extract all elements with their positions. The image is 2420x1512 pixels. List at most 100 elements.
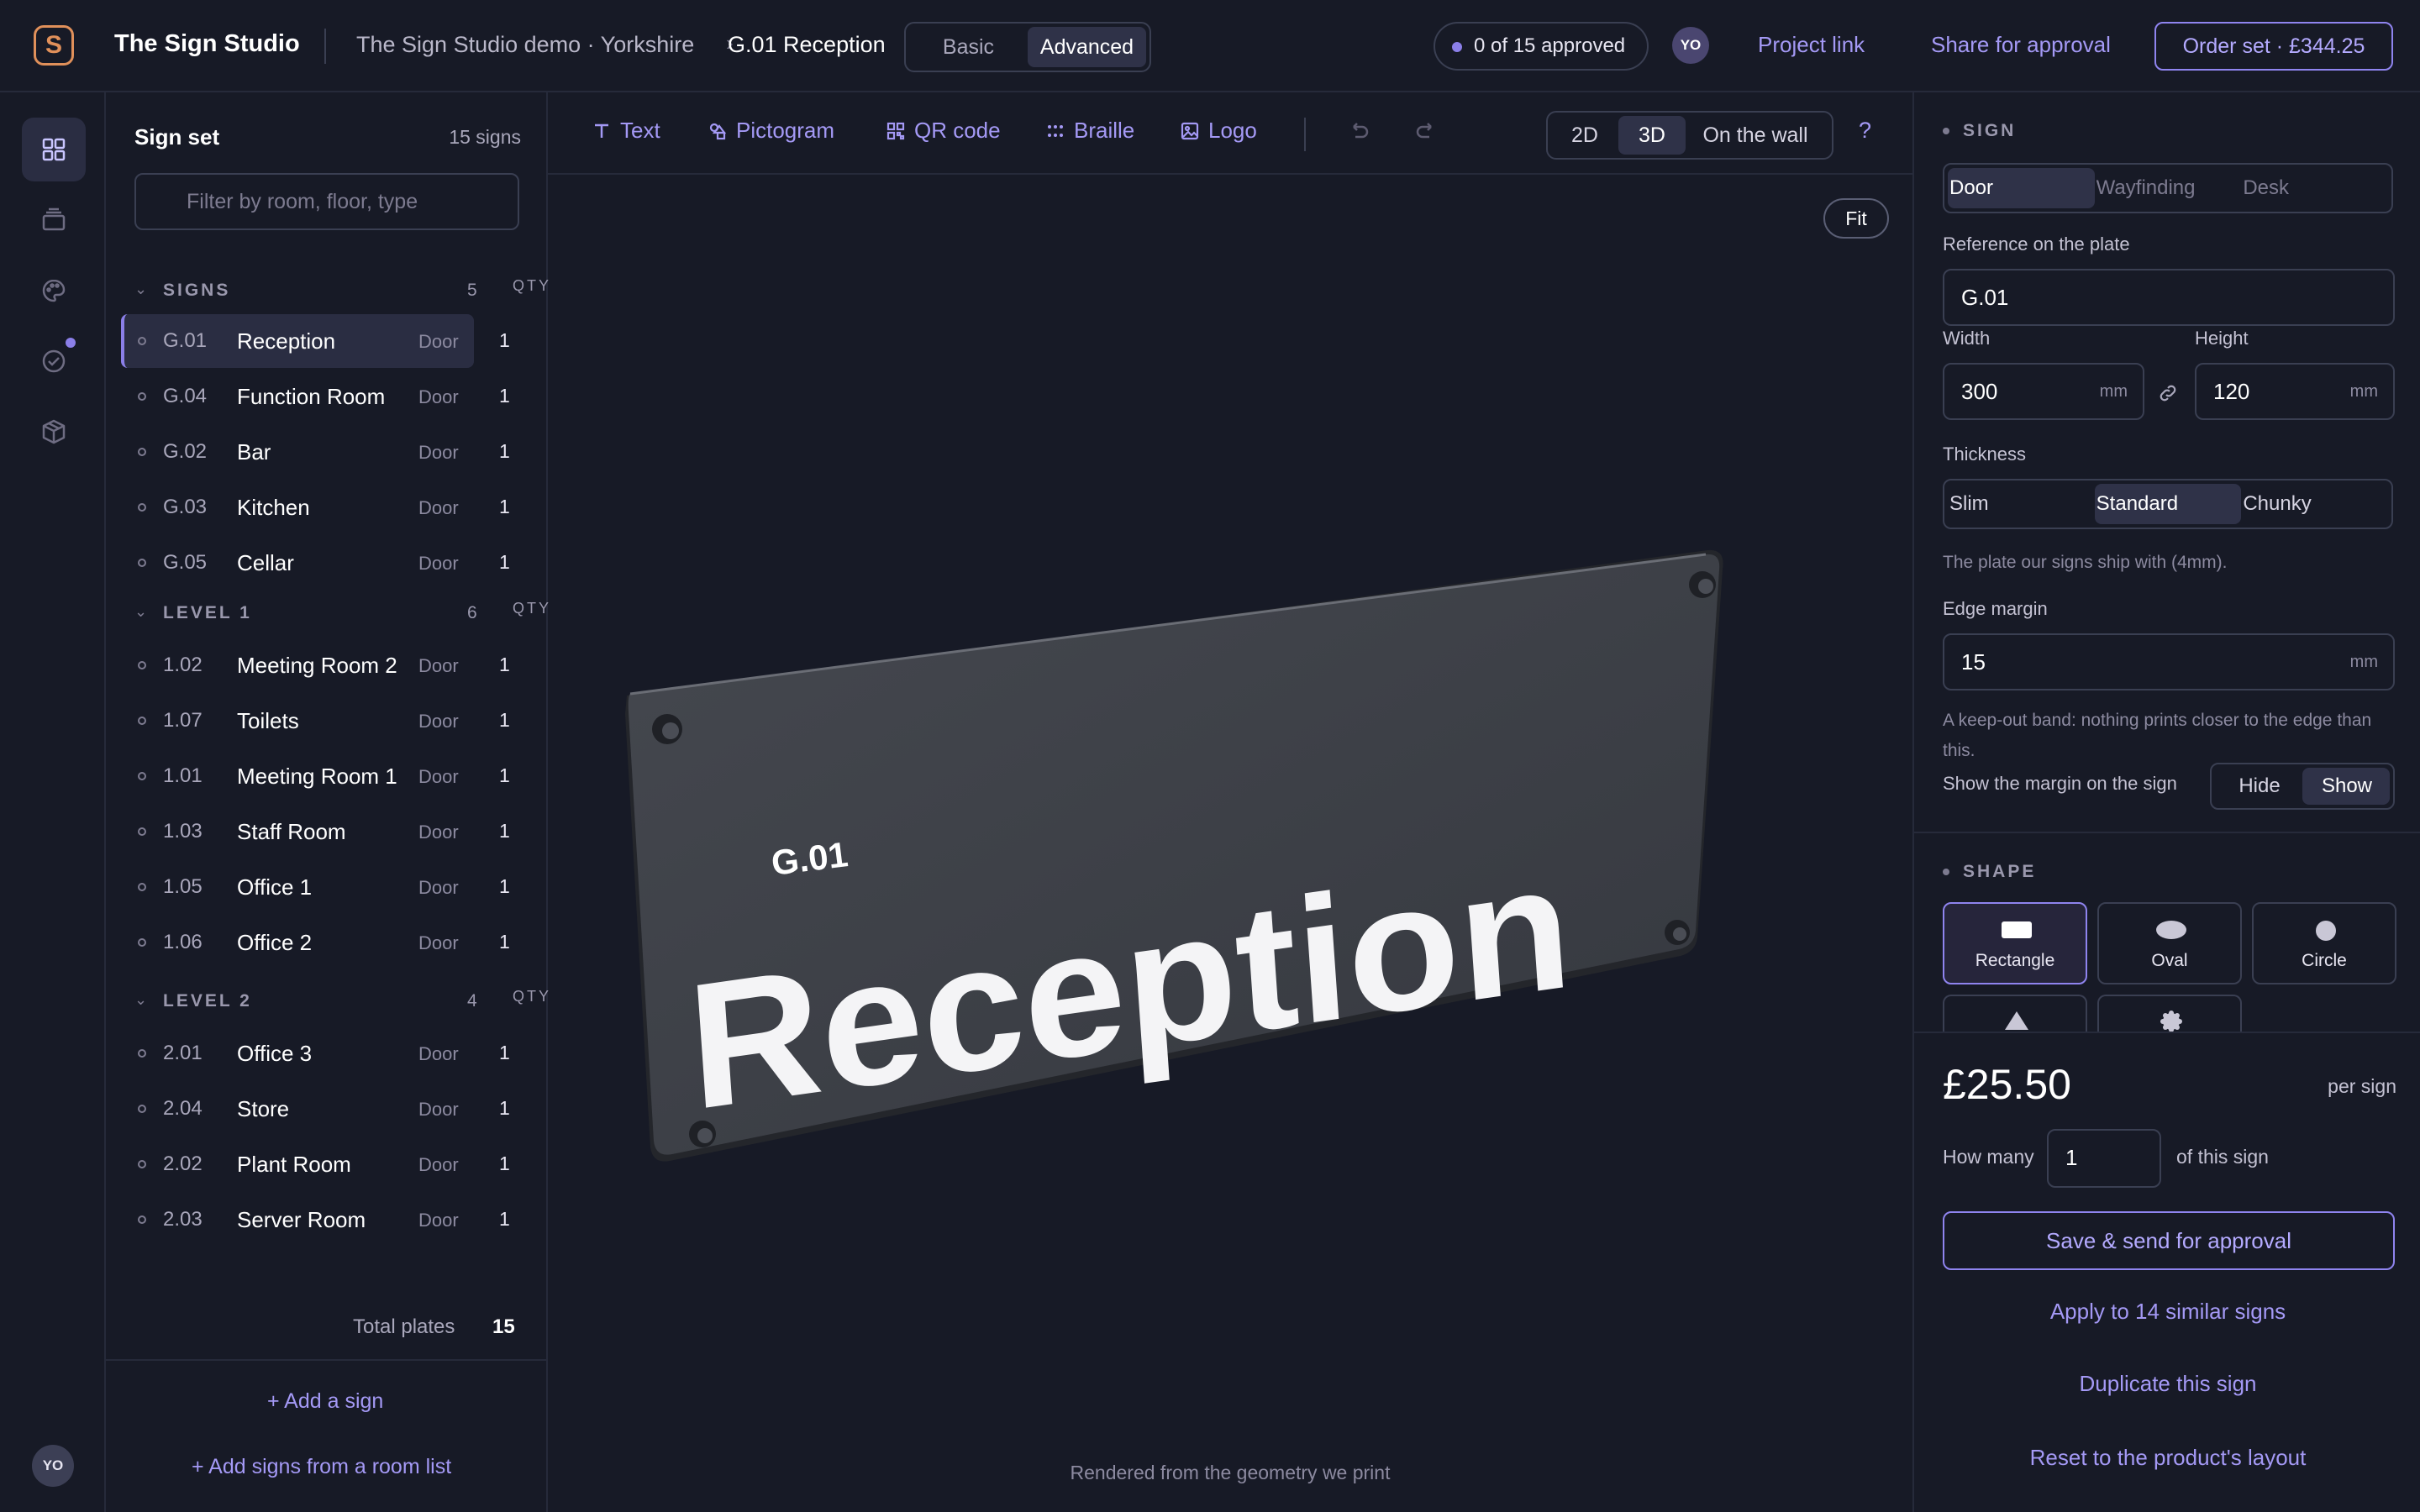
redo-icon[interactable] <box>1413 118 1439 150</box>
palette-icon[interactable] <box>22 259 86 323</box>
breadcrumb-project[interactable]: The Sign Studio demo · Yorkshire <box>356 32 694 58</box>
link-dimensions-icon[interactable] <box>2158 383 2178 407</box>
sign-type-desk[interactable]: Desk <box>2241 168 2388 208</box>
group-name: LEVEL 2 <box>163 991 252 1011</box>
thickness-chunky[interactable]: Chunky <box>2241 484 2388 524</box>
add-sign-link[interactable]: + Add a sign <box>267 1389 383 1414</box>
screw-hole-icon <box>1689 571 1716 598</box>
sign-type: Door <box>418 386 459 407</box>
sign-list-item[interactable]: G.01 Reception Door 1 <box>121 314 538 368</box>
view-3d-tab[interactable]: 3D <box>1618 116 1686 155</box>
show-margin-hide[interactable]: Hide <box>2215 768 2302 805</box>
sign-list-item[interactable]: 1.07 Toilets Door 1 <box>121 694 538 748</box>
view-on-the-wall-tab[interactable]: On the wall <box>1686 116 1825 155</box>
sign-type: Door <box>418 553 459 574</box>
package-icon[interactable] <box>22 400 86 464</box>
sign-list-item[interactable]: 1.06 Office 2 Door 1 <box>121 916 538 969</box>
sign-ref: 1.07 <box>163 709 203 732</box>
sign-ref: 2.03 <box>163 1208 203 1231</box>
thickness-standard[interactable]: Standard <box>2094 484 2242 524</box>
sign-qty[interactable]: 1 <box>499 1208 510 1231</box>
height-input[interactable]: 120 mm <box>2195 363 2395 420</box>
sign-qty[interactable]: 1 <box>499 764 510 787</box>
sign-list-item[interactable]: G.05 Cellar Door 1 <box>121 536 538 590</box>
add-logo-tool[interactable]: Logo <box>1180 118 1257 144</box>
grid-icon[interactable] <box>22 118 86 181</box>
sign-list-item[interactable]: G.04 Function Room Door 1 <box>121 370 538 423</box>
qty-column-header: QTY <box>513 600 552 617</box>
sign-qty[interactable]: 1 <box>499 1152 510 1175</box>
shape-circle[interactable]: Circle <box>2252 902 2396 984</box>
check-circle-icon[interactable] <box>22 329 86 393</box>
sign-qty[interactable]: 1 <box>499 440 510 463</box>
sign-list-item[interactable]: G.02 Bar Door 1 <box>121 425 538 479</box>
sign-list-item[interactable]: 2.01 Office 3 Door 1 <box>121 1026 538 1080</box>
sign-list-item[interactable]: 1.03 Staff Room Door 1 <box>121 805 538 858</box>
show-margin-show[interactable]: Show <box>2302 768 2390 805</box>
thickness-slim[interactable]: Slim <box>1948 484 2095 524</box>
add-text-tool[interactable]: Text <box>592 118 660 144</box>
sign-list-item[interactable]: 2.02 Plant Room Door 1 <box>121 1137 538 1191</box>
save-send-approval-button[interactable]: Save & send for approval <box>1943 1211 2395 1270</box>
shape-section-header[interactable]: SHAPE <box>1943 862 2036 882</box>
bullet-icon <box>1943 128 1949 135</box>
sign-qty[interactable]: 1 <box>499 654 510 676</box>
mode-advanced-tab[interactable]: Advanced <box>1028 27 1146 67</box>
view-2d-tab[interactable]: 2D <box>1551 116 1618 155</box>
sign-qty[interactable]: 1 <box>499 709 510 732</box>
sign-qty[interactable]: 1 <box>499 1042 510 1064</box>
sign-list-item[interactable]: 1.02 Meeting Room 2 Door 1 <box>121 638 538 692</box>
add-qr-code-tool[interactable]: QR code <box>886 118 1001 144</box>
sign-qty[interactable]: 1 <box>499 496 510 518</box>
sign-type-door[interactable]: Door <box>1948 168 2095 208</box>
sign-qty[interactable]: 1 <box>499 329 510 352</box>
project-link[interactable]: Project link <box>1758 32 1865 58</box>
undo-icon[interactable] <box>1346 118 1371 150</box>
help-icon[interactable]: ? <box>1859 118 1871 144</box>
apply-similar-link[interactable]: Apply to 14 similar signs <box>1914 1299 2420 1325</box>
brand-logo-icon[interactable]: S <box>34 25 74 66</box>
shape-rectangle[interactable]: Rectangle <box>1943 902 2087 984</box>
sign-list-item[interactable]: 2.03 Server Room Door 1 <box>121 1193 538 1247</box>
sign-type-wayfinding[interactable]: Wayfinding <box>2095 168 2242 208</box>
layers-icon[interactable] <box>22 188 86 252</box>
sign-qty[interactable]: 1 <box>499 875 510 898</box>
sign-list-item[interactable]: 1.01 Meeting Room 1 Door 1 <box>121 749 538 803</box>
bullet-icon <box>1943 869 1949 876</box>
sign-qty[interactable]: 1 <box>499 820 510 843</box>
user-avatar[interactable]: YO <box>32 1445 74 1487</box>
approval-status-badge[interactable]: 0 of 15 approved <box>1434 22 1649 71</box>
quantity-input[interactable]: 1 <box>2047 1129 2161 1188</box>
add-signs-from-room-list-link[interactable]: + Add signs from a room list <box>192 1455 451 1479</box>
group-header[interactable]: ⌄ LEVEL 2 4 QTY <box>134 988 549 1015</box>
reference-input[interactable]: G.01 <box>1943 269 2395 326</box>
sign-name: Function Room <box>237 384 386 409</box>
sign-section-header[interactable]: SIGN <box>1943 121 2016 141</box>
sign-type: Door <box>418 766 459 787</box>
sign-ref: 1.02 <box>163 654 203 676</box>
duplicate-sign-link[interactable]: Duplicate this sign <box>1914 1371 2420 1397</box>
sign-list-item[interactable]: 2.04 Store Door 1 <box>121 1082 538 1136</box>
mode-basic-tab[interactable]: Basic <box>909 27 1028 67</box>
sign-list-item[interactable]: G.03 Kitchen Door 1 <box>121 480 538 534</box>
edge-margin-input[interactable]: 15 mm <box>1943 633 2395 690</box>
group-header[interactable]: ⌄ SIGNS 5 QTY <box>134 277 549 304</box>
width-input[interactable]: 300 mm <box>1943 363 2144 420</box>
shape-oval[interactable]: Oval <box>2097 902 2242 984</box>
filter-input[interactable]: Filter by room, floor, type <box>134 173 519 230</box>
add-braille-tool[interactable]: Braille <box>1045 118 1134 144</box>
sign-qty[interactable]: 1 <box>499 385 510 407</box>
group-header[interactable]: ⌄ LEVEL 1 6 QTY <box>134 600 549 627</box>
reset-layout-link[interactable]: Reset to the product's layout <box>1914 1445 2420 1471</box>
avatar[interactable]: YO <box>1672 27 1709 64</box>
sign-qty[interactable]: 1 <box>499 551 510 574</box>
share-for-approval-link[interactable]: Share for approval <box>1931 32 2111 58</box>
add-pictogram-tool[interactable]: Pictogram <box>708 118 834 144</box>
sign-list-item[interactable]: 1.05 Office 1 Door 1 <box>121 860 538 914</box>
sign-3d-preview[interactable]: G.01 Reception <box>548 175 1912 1435</box>
sign-qty[interactable]: 1 <box>499 931 510 953</box>
width-value: 300 <box>1961 379 1998 404</box>
sign-qty[interactable]: 1 <box>499 1097 510 1120</box>
sign-name: Store <box>237 1096 290 1121</box>
order-set-button[interactable]: Order set · £344.25 <box>2154 22 2393 71</box>
